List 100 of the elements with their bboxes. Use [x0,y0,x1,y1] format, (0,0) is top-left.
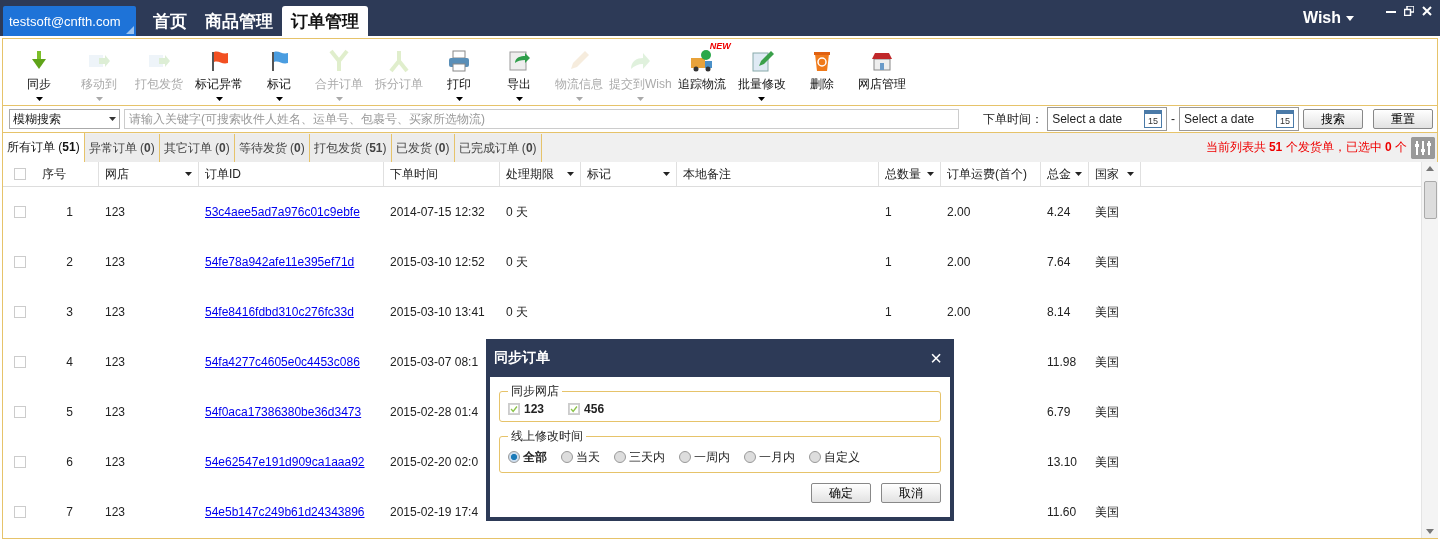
shop-label: 123 [524,402,545,416]
table-cell: 123 [105,305,126,319]
order-tab[interactable]: 已发货 (0) [391,134,455,162]
group-legend: 同步网店 [508,383,562,400]
toolbar-button[interactable]: 批量修改 [731,39,792,105]
toolbar-button[interactable]: 网店管理 [851,39,912,105]
column-header[interactable]: 订单运费(首个) [941,162,1041,186]
table-cell: 美国 [1095,254,1119,269]
column-header[interactable]: 序号 [36,162,99,186]
table-cell: 6 [66,455,73,469]
table-cell: 0 天 [506,204,528,219]
table-cell: 1 [885,305,892,319]
toolbar-button[interactable]: 删除 [791,39,852,105]
table-cell: 美国 [1095,454,1119,469]
column-header[interactable]: 下单时间 [384,162,500,186]
toolbar-button[interactable]: 同步 [9,39,69,105]
table-cell: 0 天 [506,304,528,319]
table-cell: 123 [105,455,126,469]
calendar-icon[interactable]: 15 [1144,110,1163,128]
order-tab[interactable]: 已完成订单 (0) [454,134,542,162]
table-cell: 7.64 [1047,255,1071,269]
table-cell: 11.98 [1047,355,1077,369]
dialog-button[interactable]: 确定 [811,483,871,503]
table-cell: 2.00 [947,205,971,219]
table-cell: 1 [885,205,892,219]
search-button[interactable]: 搜索 [1303,109,1363,129]
table-cell: 2015-02-28 01:4 [390,405,479,419]
radio-label: 一周内 [694,448,730,466]
radio-label: 全部 [523,448,547,466]
toolbar-button[interactable]: 标记 [249,39,309,105]
order-tab[interactable]: 等待发货 (0) [234,134,310,162]
table-cell: 美国 [1095,354,1119,369]
order-tab[interactable]: 异常订单 (0) [84,134,160,162]
table-cell: 2 [66,255,73,269]
order-id-link[interactable]: 54fa4277c4605e0c4453c086 [205,355,360,369]
table-cell: 7 [66,505,73,519]
group-legend: 线上修改时间 [508,428,586,445]
toolbar-button[interactable]: 标记异常 [189,39,249,105]
search-field[interactable]: 请输入关键字(可搜索收件人姓名、运单号、包裹号、买家所选物流) [123,109,960,129]
table-cell: 123 [105,405,126,419]
table-cell: 2015-02-19 17:4 [390,505,479,519]
column-header[interactable]: 本地备注 [677,162,879,186]
table-cell: 4.24 [1047,205,1071,219]
dialog-button[interactable]: 取消 [881,483,941,503]
table-cell: 11.60 [1047,505,1077,519]
table-cell: 2015-03-10 13:41 [390,305,485,319]
column-header[interactable]: 网店 [99,162,199,186]
order-tab[interactable]: 所有订单 (51) [3,133,85,162]
search-button[interactable]: 重置 [1373,109,1433,129]
order-id-link[interactable]: 54fe8416fdbd310c276fc33d [205,305,354,319]
table-cell: 13.10 [1047,455,1078,469]
order-id-link[interactable]: 54e62547e191d909ca1aaa92 [205,455,365,469]
platform-menu[interactable]: Wish [1296,8,1360,28]
nav-tab[interactable]: 订单管理 [282,6,369,36]
dialog-title: 同步订单 [494,349,550,367]
table-cell: 美国 [1095,204,1119,219]
search-mode-dropdown[interactable]: 模糊搜索 [9,109,120,129]
column-header[interactable]: 标记 [581,162,677,186]
column-header[interactable]: 国家 [1089,162,1141,186]
order-id-link[interactable]: 54fe78a942afe11e395ef71d [205,255,355,269]
shop-label: 456 [584,402,605,416]
date-label: 下单时间： [983,110,1044,128]
date-separator: - [1171,112,1176,126]
column-header[interactable]: 处理期限 [500,162,581,186]
new-label: NEW [709,41,731,51]
date-field[interactable]: Select a date 15 [1047,107,1168,131]
table-cell: 美国 [1095,304,1119,319]
table-cell: 0 天 [506,254,528,269]
date-field[interactable]: Select a date 15 [1179,107,1299,131]
account-menu[interactable]: testsoft@cnfth.com [3,6,137,36]
toolbar-button[interactable]: 打印 [429,39,489,105]
table-cell: 123 [105,355,126,369]
table-cell: 3 [66,305,73,319]
close-button[interactable]: × [930,346,942,370]
nav-tab[interactable]: 首页 [144,6,197,36]
table-cell: 2015-03-10 12:52 [390,255,485,269]
table-cell: 2015-03-07 08:1 [390,355,479,369]
table-cell: 2.00 [947,305,971,319]
table-cell: 1 [885,255,892,269]
table-cell: 123 [105,255,126,269]
order-tab[interactable]: 其它订单 (0) [159,134,235,162]
table-cell: 美国 [1095,404,1119,419]
order-id-link[interactable]: 53c4aee5ad7a976c01c9ebfe [205,205,360,219]
table-cell: 2.00 [947,255,971,269]
column-header[interactable]: 总金 [1041,162,1089,186]
nav-tab[interactable]: 商品管理 [196,6,283,36]
order-tab[interactable]: 打包发货 (51) [309,134,392,162]
toolbar-button[interactable]: NEW 追踪物流 [671,39,732,105]
table-cell: 2014-07-15 12:32 [390,205,485,219]
radio-label: 一月内 [759,448,795,466]
table-cell: 8.14 [1047,305,1071,319]
column-header[interactable]: 订单ID [199,162,384,186]
column-header[interactable]: 总数量 [879,162,941,186]
order-id-link[interactable]: 54f0aca17386380be36d3473 [205,405,362,419]
order-id-link[interactable]: 54e5b147c249b61d24343896 [205,505,365,519]
toolbar-button[interactable]: 导出 [489,39,549,105]
calendar-icon[interactable]: 15 [1276,110,1294,128]
list-summary: 当前列表共 51 个发货单，已选中 0 个 [1205,139,1407,156]
table-cell: 5 [66,405,73,419]
table-cell: 1 [66,205,73,219]
